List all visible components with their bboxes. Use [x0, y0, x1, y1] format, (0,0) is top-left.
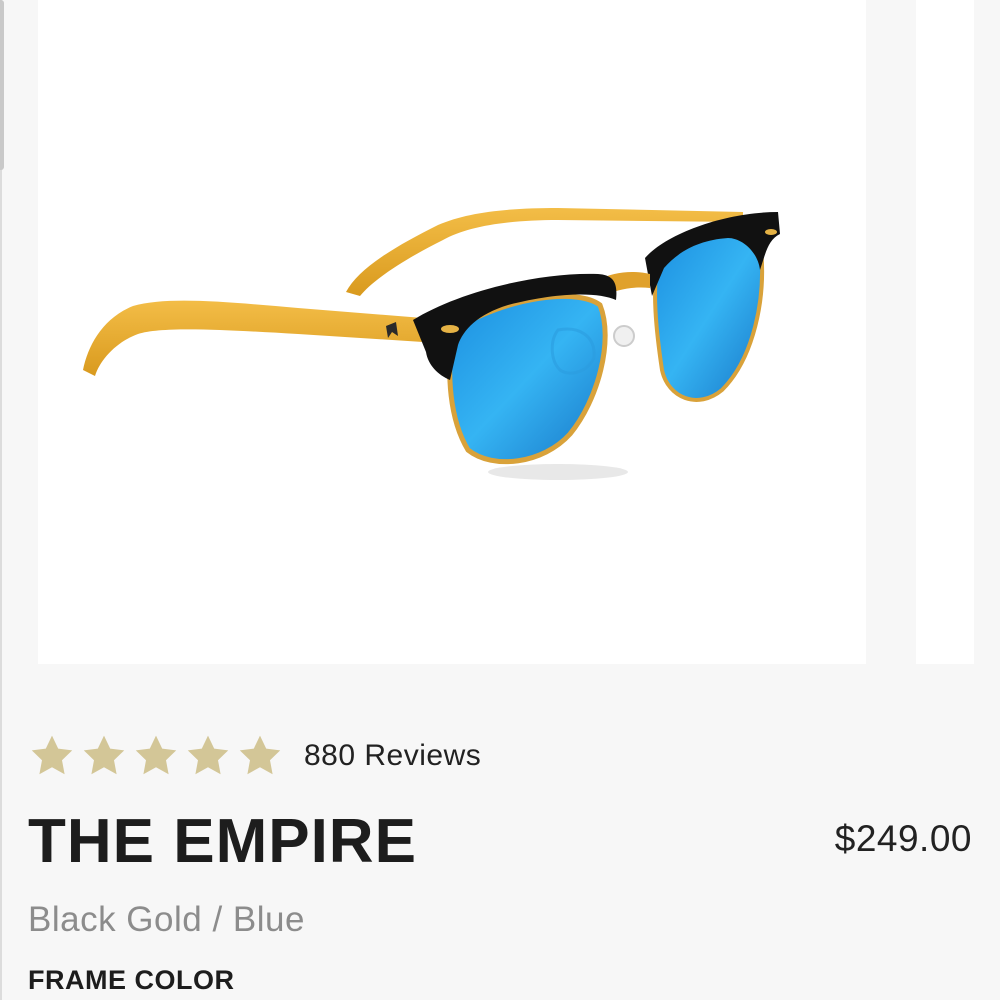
- product-image[interactable]: [38, 0, 866, 664]
- product-page: 880 Reviews THE EMPIRE $249.00 Black Gol…: [0, 0, 1000, 1000]
- next-slide-peek[interactable]: [916, 0, 974, 664]
- star-icon: [239, 735, 281, 775]
- previous-slide-peek: [0, 0, 4, 170]
- product-price: $249.00: [834, 818, 972, 859]
- frame-color-label: FRAME COLOR: [28, 965, 235, 995]
- product-title: THE EMPIRE: [28, 807, 417, 876]
- product-variant: Black Gold / Blue: [28, 900, 305, 939]
- rating-summary[interactable]: 880 Reviews: [28, 730, 481, 782]
- star-icon: [135, 735, 177, 775]
- product-image-gallery[interactable]: [38, 0, 866, 664]
- star-rating: [28, 732, 288, 780]
- star-icon: [83, 735, 125, 775]
- star-icon: [31, 735, 73, 775]
- reviews-count-link[interactable]: 880 Reviews: [304, 739, 481, 773]
- star-icon: [187, 735, 229, 775]
